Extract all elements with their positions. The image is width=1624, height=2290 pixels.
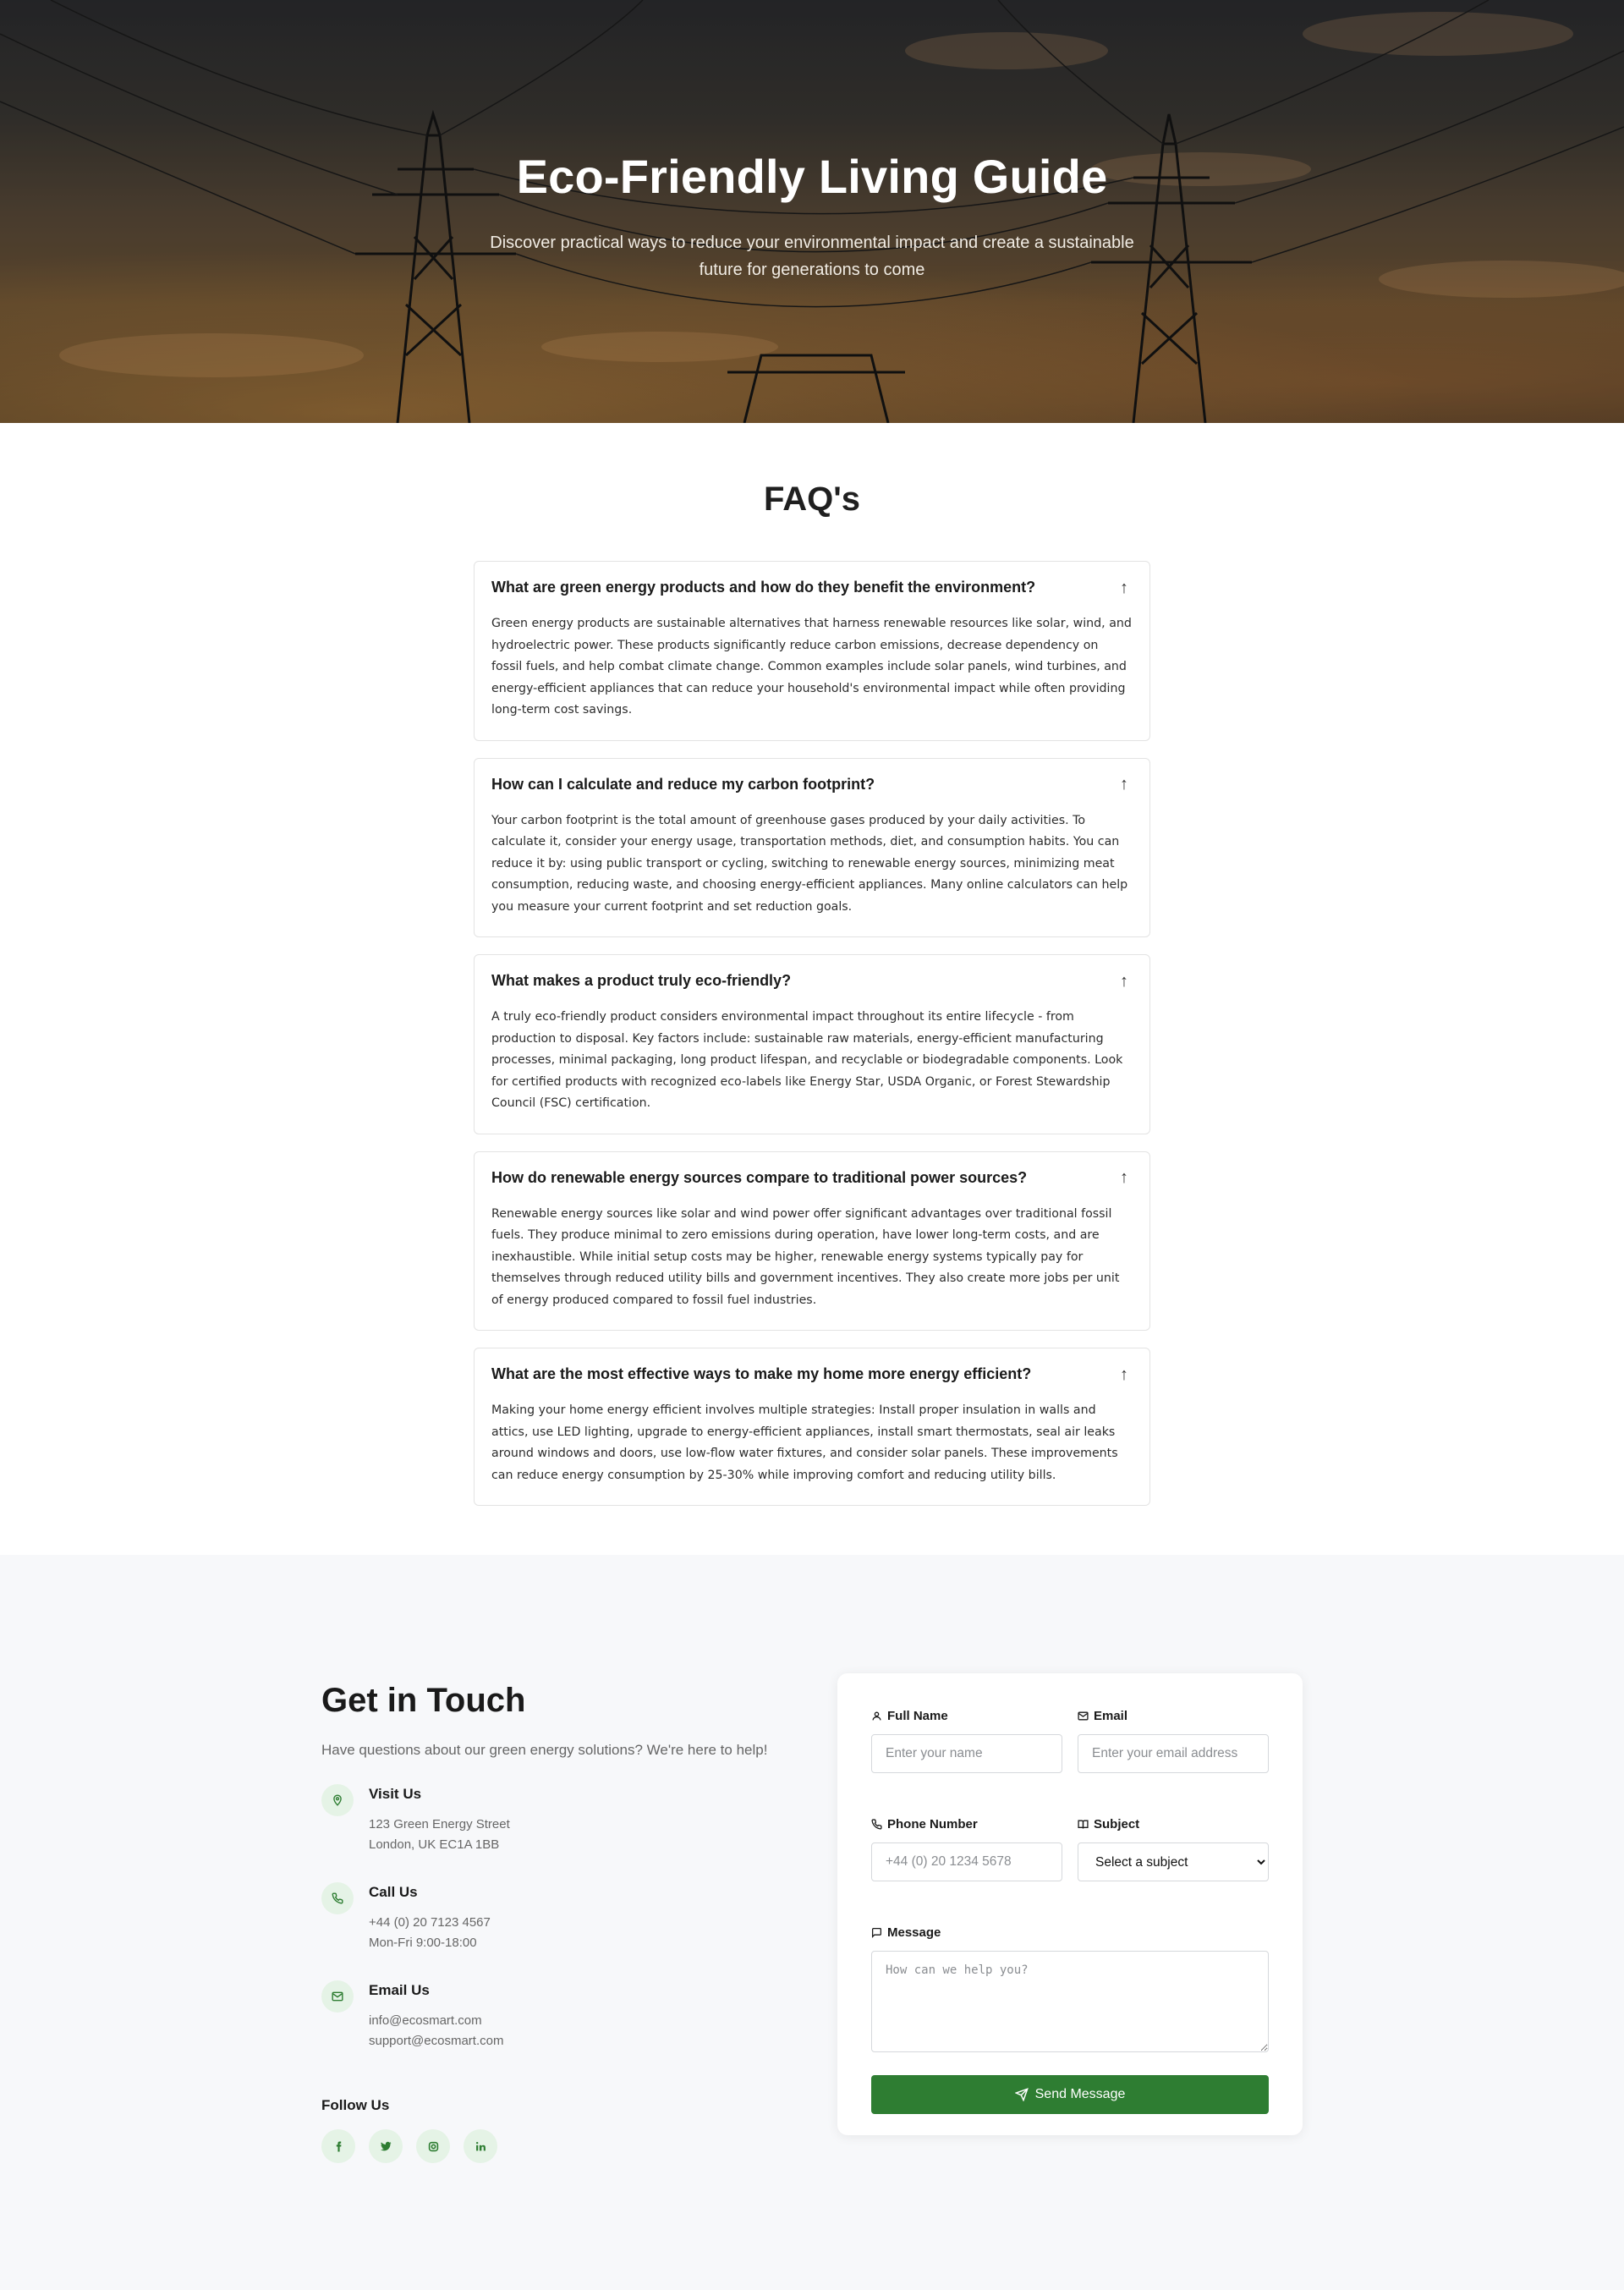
faq-item: What are the most effective ways to make… [474,1348,1150,1506]
email-input[interactable] [1078,1734,1269,1773]
hero-section: Eco-Friendly Living Guide Discover pract… [0,0,1624,423]
subject-select[interactable]: Select a subject [1078,1842,1269,1881]
phone-field: Phone Number [871,1815,1062,1881]
send-message-button[interactable]: Send Message [871,2075,1269,2114]
map-pin-icon [321,1784,354,1816]
subject-field: Subject Select a subject [1078,1815,1269,1881]
phone-icon [321,1882,354,1914]
full-name-input[interactable] [871,1734,1062,1773]
faq-answer: Renewable energy sources like solar and … [491,1206,1120,1307]
full-name-label: Full Name [871,1707,1062,1724]
hero-subtitle: Discover practical ways to reduce your e… [490,233,1134,279]
phone-label: Phone Number [871,1815,1062,1832]
twitter-icon[interactable] [369,2129,403,2163]
instagram-icon[interactable] [416,2129,450,2163]
faq-question: What are green energy products and how d… [491,579,1036,596]
faq-question-toggle[interactable]: What are the most effective ways to make… [491,1365,1133,1383]
email-us-block: Email Us info@ecosmart.com support@ecosm… [321,1980,795,2051]
message-label: Message [871,1924,1269,1941]
faq-question-toggle[interactable]: What makes a product truly eco-friendly?… [491,972,1133,990]
faq-item: What are green energy products and how d… [474,561,1150,741]
faq-item: How can I calculate and reduce my carbon… [474,757,1150,937]
phone-input[interactable] [871,1842,1062,1881]
faq-question: What makes a product truly eco-friendly? [491,972,792,989]
faq-answer: Your carbon footprint is the total amoun… [491,813,1128,914]
social-links [321,2129,795,2163]
faq-question-toggle[interactable]: How can I calculate and reduce my carbon… [491,776,1133,794]
contact-section: Get in Touch Have questions about our gr… [0,1555,1624,2290]
faq-question-toggle[interactable]: What are green energy products and how d… [491,579,1133,596]
send-icon [1014,2088,1029,2101]
arrow-up-icon[interactable]: ↑ [1116,1366,1133,1383]
faq-list: What are green energy products and how d… [474,561,1150,1523]
office-hours: Mon-Fri 9:00-18:00 [369,1936,477,1950]
phone-number[interactable]: +44 (0) 20 7123 4567 [369,1913,491,1933]
call-us-title: Call Us [369,1884,418,1900]
arrow-up-icon[interactable]: ↑ [1116,1169,1133,1186]
email-field: Email [1078,1707,1269,1773]
call-us-block: Call Us +44 (0) 20 7123 4567 Mon-Fri 9:0… [321,1882,795,1953]
message-field: Message [871,1924,1269,2057]
email-support[interactable]: support@ecosmart.com [369,2031,503,2051]
faq-section: FAQ's What are green energy products and… [0,423,1624,1555]
visit-us-block: Visit Us 123 Green Energy Street London,… [321,1784,795,1855]
full-name-field: Full Name [871,1707,1062,1773]
email-us-title: Email Us [369,1982,430,1998]
contact-form: Full Name Email Phone Number [837,1673,1303,2135]
arrow-up-icon[interactable]: ↑ [1116,973,1133,990]
subject-label: Subject [1078,1815,1269,1832]
faq-question: What are the most effective ways to make… [491,1365,1032,1382]
faq-question: How can I calculate and reduce my carbon… [491,775,875,793]
hero-title: Eco-Friendly Living Guide [516,150,1108,203]
faq-answer: Green energy products are sustainable al… [491,617,1132,717]
arrow-up-icon[interactable]: ↑ [1116,776,1133,793]
message-textarea[interactable] [871,1951,1269,2052]
contact-subtitle: Have questions about our green energy so… [321,1742,768,1758]
facebook-icon[interactable] [321,2129,355,2163]
faq-answer: Making your home energy efficient involv… [491,1403,1118,1482]
contact-title: Get in Touch [321,1682,526,1719]
address-line-1: 123 Green Energy Street [369,1817,510,1831]
arrow-up-icon[interactable]: ↑ [1116,579,1133,596]
message-square-icon [871,1927,882,1938]
faq-question-toggle[interactable]: How do renewable energy sources compare … [491,1169,1133,1187]
contact-info: Get in Touch Have questions about our gr… [321,1682,795,2163]
faq-answer: A truly eco-friendly product considers e… [491,1010,1123,1110]
phone-icon [871,1818,882,1830]
faq-item: What makes a product truly eco-friendly?… [474,954,1150,1134]
faq-question: How do renewable energy sources compare … [491,1168,1028,1186]
book-open-icon [1078,1820,1089,1829]
visit-us-title: Visit Us [369,1786,422,1802]
faq-item: How do renewable energy sources compare … [474,1150,1150,1331]
email-info[interactable]: info@ecosmart.com [369,2011,503,2031]
hero-content: Eco-Friendly Living Guide Discover pract… [0,149,1624,283]
address-line-2: London, UK EC1A 1BB [369,1837,500,1852]
email-label: Email [1078,1707,1269,1724]
follow-us-title: Follow Us [321,2097,390,2113]
mail-icon [321,1980,354,2013]
user-icon [872,1711,881,1720]
mail-icon [1078,1711,1089,1720]
faq-title: FAQ's [764,481,860,518]
linkedin-icon[interactable] [464,2129,497,2163]
